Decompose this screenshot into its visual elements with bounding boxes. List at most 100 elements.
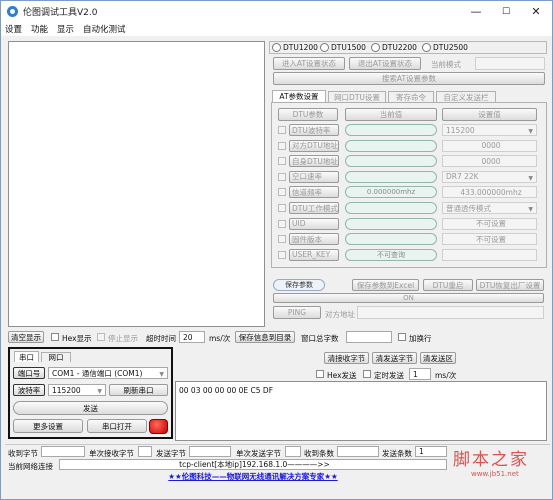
baud-select[interactable]: 115200 ▼	[48, 384, 106, 396]
param-row-checkbox[interactable]	[278, 141, 286, 150]
param-row-setting-field[interactable]: 普通透传模式 ▼	[442, 202, 537, 214]
menu-display[interactable]: 显示	[57, 23, 74, 35]
menu-settings[interactable]: 设置	[5, 23, 22, 35]
receive-display[interactable]	[8, 41, 265, 327]
ping-button[interactable]: PING	[273, 306, 321, 319]
chevron-down-icon: ▼	[528, 174, 533, 182]
param-row-name: 信道频率	[289, 186, 339, 199]
open-serial-button[interactable]: 串口打开	[87, 419, 147, 433]
dtu2500-radio[interactable]	[422, 43, 431, 52]
menu-functions[interactable]: 功能	[31, 23, 48, 35]
timed-send-checkbox[interactable]	[363, 370, 371, 378]
dtu1500-radio[interactable]	[320, 43, 329, 52]
port-select-value: COM1 - 通信端口 (COM1)	[52, 368, 143, 378]
hex-send-checkbox[interactable]	[316, 370, 324, 378]
param-row-checkbox[interactable]	[278, 126, 286, 134]
stop-display-checkbox[interactable]	[97, 333, 105, 341]
save-excel-button[interactable]: 保存参数到Excel	[352, 279, 419, 291]
tab-at-params[interactable]: AT参数设置	[272, 90, 326, 102]
port-select[interactable]: COM1 - 通信端口 (COM1) ▼	[48, 367, 168, 379]
tab-serial[interactable]: 串口	[14, 351, 39, 362]
add-newline-checkbox[interactable]	[398, 333, 406, 341]
param-row-checkbox[interactable]	[278, 172, 286, 181]
app-icon	[7, 6, 18, 17]
baud-select-value: 115200	[52, 385, 81, 395]
interval-unit: ms/次	[435, 371, 457, 380]
maximize-button[interactable]: ☐	[491, 1, 521, 22]
tab-net-dtu[interactable]: 网口DTU设置	[328, 91, 386, 102]
dtu2200-label: DTU2200	[382, 43, 417, 52]
param-row-setting-field[interactable]: 0000	[442, 155, 537, 168]
dtu2500-label: DTU2500	[433, 43, 468, 52]
param-row-setting-value: 0000	[481, 141, 501, 151]
save-to-dir-button[interactable]: 保存信息到目录	[235, 331, 295, 343]
clear-display-button[interactable]: 清空显示	[8, 331, 44, 343]
param-row-checkbox[interactable]	[278, 250, 286, 259]
rx-count-field	[337, 446, 379, 457]
single-tx-field	[285, 446, 301, 457]
param-row-setting-field[interactable]: DR7 22K ▼	[442, 170, 537, 183]
param-row-setting-field[interactable]	[442, 248, 537, 261]
search-at-button[interactable]: 搜索AT设置参数	[273, 72, 545, 85]
clear-tx-bytes-button[interactable]: 清发送字节	[372, 352, 417, 364]
param-row-setting-field[interactable]: 433.000000mhz	[442, 186, 537, 199]
baud-label-button[interactable]: 波特率	[13, 384, 45, 396]
param-row-checkbox[interactable]	[278, 188, 286, 197]
single-rx-label: 单次接收字节	[89, 449, 134, 458]
save-params-button[interactable]: 保存参数	[273, 279, 325, 291]
on-indicator: ON	[273, 293, 544, 303]
param-row-name: USER_KEY	[289, 248, 339, 261]
param-row-current-value	[345, 139, 437, 152]
param-row-checkbox[interactable]	[278, 219, 286, 228]
param-row-checkbox[interactable]	[278, 235, 286, 244]
peer-address-field[interactable]	[357, 306, 544, 319]
send-button[interactable]: 发送	[13, 401, 168, 415]
exit-at-button[interactable]: 退出AT设置状态	[349, 57, 421, 70]
enter-at-button[interactable]: 进入AT设置状态	[273, 57, 345, 70]
param-row-setting-field[interactable]: 0000	[442, 139, 537, 152]
param-row-current-value	[345, 202, 437, 214]
chevron-down-icon: ▼	[528, 206, 533, 213]
param-row-name: DTU波特率	[289, 124, 339, 136]
close-button[interactable]: ✕	[521, 1, 551, 22]
param-row-current-value	[345, 155, 437, 168]
tx-bytes-label: 发送字节	[156, 449, 186, 458]
send-textarea[interactable]: 00 03 00 00 00 0E C5 DF	[175, 381, 547, 441]
param-row-setting-field[interactable]: 不可设置	[442, 233, 537, 246]
port-label-button[interactable]: 端口号	[13, 367, 45, 379]
timeout-input[interactable]: 20	[179, 331, 205, 343]
refresh-serial-button[interactable]: 刷新串口	[109, 384, 168, 396]
clear-send-area-button[interactable]: 清发送区	[420, 352, 456, 364]
current-mode-field	[475, 57, 545, 70]
param-row-checkbox[interactable]	[278, 157, 286, 166]
param-row-name: 对方DTU地址	[289, 139, 339, 152]
param-row-checkbox[interactable]	[278, 204, 286, 212]
more-settings-button[interactable]: 更多设置	[13, 419, 83, 433]
hex-display-checkbox[interactable]	[51, 333, 59, 341]
dtu1200-radio[interactable]	[272, 43, 281, 52]
serial-status-led-icon	[149, 419, 168, 434]
watermark-url: www.jb51.net	[471, 470, 519, 478]
send-payload: 00 03 00 00 00 0E C5 DF	[179, 386, 274, 395]
dtu2200-radio[interactable]	[371, 43, 380, 52]
dtu-factory-reset-button[interactable]: DTU恢复出厂设置	[476, 279, 544, 291]
param-row-setting-value: 433.000000mhz	[460, 187, 522, 197]
param-row-name: DTU工作模式	[289, 202, 339, 214]
clear-rx-bytes-button[interactable]: 清接收字节	[324, 352, 369, 364]
menu-automation[interactable]: 自动化测试	[83, 23, 126, 35]
minimize-button[interactable]: —	[461, 1, 491, 22]
tab-register-cmd[interactable]: 寄存命令	[388, 91, 434, 102]
param-row-setting-field[interactable]: 115200 ▼	[442, 124, 537, 136]
title-bar: 伦图调试工具V2.0 — ☐ ✕	[1, 1, 552, 22]
param-row-setting-field[interactable]: 不可设置	[442, 217, 537, 230]
param-row-name: 空口速率	[289, 170, 339, 183]
menu-bar: 设置 功能 显示 自动化测试	[1, 22, 552, 36]
hex-display-label: Hex显示	[62, 334, 92, 343]
param-header-current: 当前值	[345, 108, 437, 121]
tab-custom-send[interactable]: 自定义发送栏	[436, 91, 496, 102]
tab-network[interactable]: 网口	[41, 352, 71, 362]
dtu-restart-button[interactable]: DTU重启	[423, 279, 473, 291]
company-banner-link[interactable]: ★★伦图科技——物联网无线通讯解决方案专家★★	[59, 471, 447, 481]
param-row-current-value	[345, 124, 437, 136]
interval-input[interactable]: 1	[409, 368, 431, 380]
